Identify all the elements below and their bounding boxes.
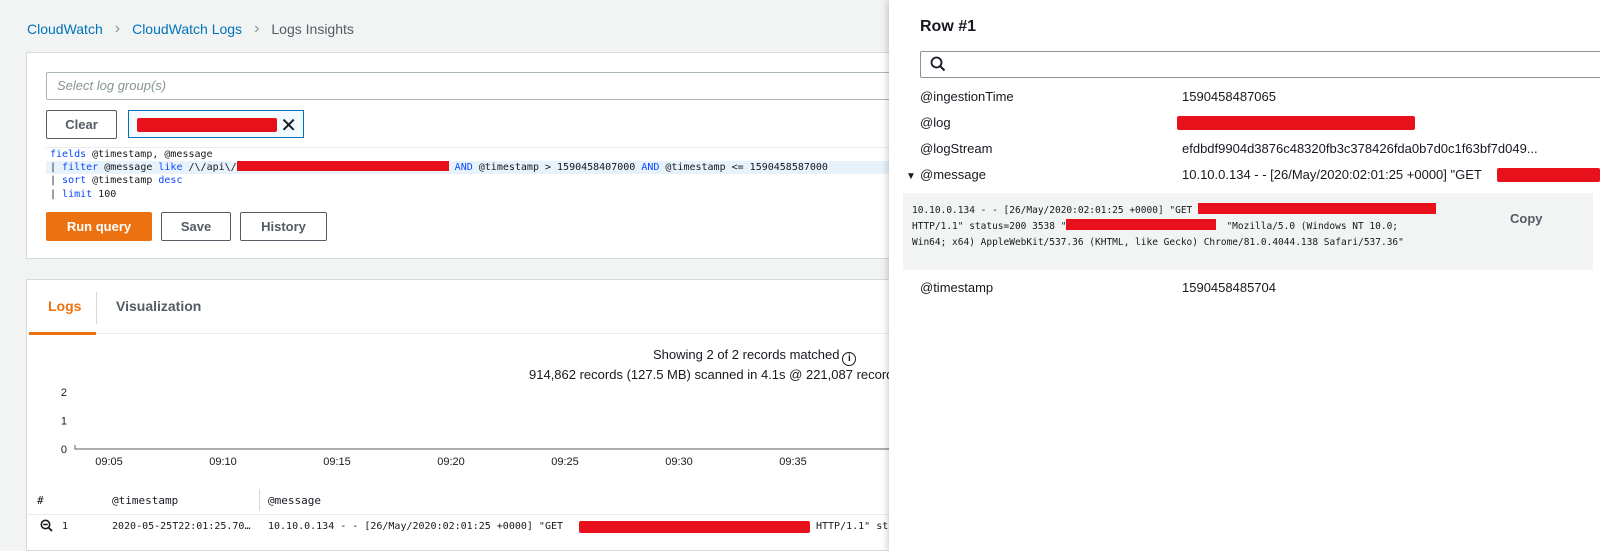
query-editor[interactable]: fields @timestamp, @message | filter @me…: [46, 147, 926, 203]
field-key-log-stream: @logStream: [920, 141, 993, 156]
field-search-input[interactable]: [920, 51, 1600, 78]
field-key-ingestion-time: @ingestionTime: [920, 89, 1014, 104]
field-value-message: 10.10.0.134 - - [26/May/2020:02:01:25 +0…: [1182, 167, 1482, 182]
redacted-text: [137, 118, 277, 132]
editor-keyword: desc: [158, 175, 183, 187]
editor-text: @timestamp <= 1590458587000: [659, 162, 828, 174]
histogram-chart: 0 1 2 09:05 09:10 09:15 09:20 09:25 09:30 09:35: [61, 387, 907, 468]
results-panel: Logs Visualization Showing 2 of 2 record…: [26, 279, 916, 551]
redacted-text: [1497, 168, 1600, 182]
editor-keyword: AND: [454, 162, 473, 174]
search-icon: [930, 56, 946, 77]
column-divider: [259, 489, 260, 511]
tab-divider: [96, 292, 97, 324]
redacted-text: [1198, 203, 1437, 214]
x-tick-label: 09:05: [95, 456, 123, 468]
message-line: HTTP/1.1" status=200 3538 " "Mozilla/5.0 …: [912, 219, 1584, 235]
message-text: 10.10.0.134 - - [26/May/2020:02:01:25 +0…: [912, 205, 1193, 216]
caret-down-icon[interactable]: ▼: [906, 171, 916, 182]
field-key-timestamp: @timestamp: [920, 280, 994, 295]
editor-text: /\/api\/: [182, 162, 237, 174]
run-query-button[interactable]: Run query: [46, 212, 152, 241]
x-tick-label: 09:30: [665, 456, 693, 468]
x-tick-label: 09:25: [551, 456, 579, 468]
redacted-text: [579, 521, 810, 533]
clear-button[interactable]: Clear: [46, 110, 117, 139]
editor-text: |: [50, 188, 63, 200]
drawer-title: Row #1: [920, 18, 977, 35]
column-header-index: #: [37, 494, 44, 507]
results-tabs: Logs Visualization: [27, 280, 915, 335]
x-tick-label: 09:35: [779, 456, 807, 468]
redacted-text: [236, 161, 449, 172]
message-line: Win64; x64) AppleWebKit/537.36 (KHTML, l…: [912, 237, 1404, 248]
redacted-text: [1177, 116, 1415, 130]
message-expanded-box: 10.10.0.134 - - [26/May/2020:02:01:25 +0…: [903, 193, 1593, 270]
y-tick-label: 2: [61, 387, 67, 399]
breadcrumb-cloudwatch-logs-link[interactable]: CloudWatch Logs: [132, 21, 242, 37]
editor-text: 100: [92, 188, 117, 200]
row-message-start: 10.10.0.134 - - [26/May/2020:02:01:25 +0…: [268, 521, 564, 532]
row-timestamp: 2020-05-25T22:01:25.70…: [112, 521, 251, 532]
y-tick-label: 1: [61, 416, 67, 428]
editor-line: | filter @message like /\/api\/ AND @time…: [46, 161, 926, 175]
row-index: 1: [62, 521, 69, 532]
records-matched-text: Showing 2 of 2 records matched: [653, 347, 840, 362]
editor-line: | limit 100: [46, 188, 926, 201]
x-tick-label: 09:10: [209, 456, 237, 468]
chevron-right-icon: ›: [254, 20, 260, 37]
selected-log-group-token: ✕: [128, 110, 304, 138]
editor-text: |: [50, 175, 63, 187]
editor-text: @message: [98, 162, 159, 174]
query-panel: Select log group(s) Clear ✕ fields @time…: [26, 52, 926, 259]
message-text: "Mozilla/5.0 (Windows NT 10.0;: [1226, 221, 1399, 232]
editor-keyword: fields: [50, 149, 87, 160]
tab-logs[interactable]: Logs: [48, 298, 81, 314]
editor-line: | sort @timestamp desc: [46, 174, 926, 187]
editor-text: @timestamp > 1590458407000: [472, 162, 642, 174]
breadcrumb-cloudwatch-link[interactable]: CloudWatch: [27, 21, 103, 37]
save-button[interactable]: Save: [161, 212, 231, 241]
editor-line: fields @timestamp, @message: [46, 148, 926, 161]
tab-visualization[interactable]: Visualization: [116, 298, 201, 314]
table-row[interactable]: 1 2020-05-25T22:01:25.70… 10.10.0.134 - …: [27, 516, 915, 538]
field-value-log-stream: efdbdf9904d3876c48320fb3c378426fda0b7d0c…: [1182, 141, 1538, 156]
field-value-timestamp: 1590458485704: [1182, 280, 1276, 295]
x-tick-label: 09:20: [437, 456, 465, 468]
field-key-log: @log: [920, 115, 951, 130]
editor-keyword: AND: [641, 162, 660, 174]
editor-text: @timestamp: [86, 175, 159, 187]
y-tick-label: 0: [61, 444, 67, 456]
breadcrumb-current: Logs Insights: [271, 21, 354, 37]
message-line: 10.10.0.134 - - [26/May/2020:02:01:25 +0…: [912, 203, 1584, 219]
active-tab-indicator: [29, 332, 96, 335]
row-detail-drawer: Row #1 @ingestionTime 1590458487065 @log…: [889, 0, 1600, 551]
records-matched-summary: Showing 2 of 2 records matched i: [653, 347, 857, 366]
message-text: HTTP/1.1" status=200 3538 ": [912, 221, 1067, 232]
column-header-timestamp[interactable]: @timestamp: [112, 494, 178, 507]
editor-text: @timestamp, @message: [86, 149, 213, 160]
close-icon[interactable]: ✕: [280, 113, 297, 138]
editor-text: |: [50, 162, 63, 174]
info-icon[interactable]: i: [842, 352, 857, 366]
row-message-end: HTTP/1.1" st: [816, 521, 889, 532]
history-button[interactable]: History: [240, 212, 327, 241]
chevron-right-icon: ›: [114, 20, 121, 37]
table-header: # @timestamp @message: [27, 485, 915, 515]
redacted-text: [1066, 219, 1217, 230]
zoom-out-icon[interactable]: [40, 519, 53, 536]
editor-keyword: limit: [62, 188, 93, 200]
editor-keyword: filter: [62, 162, 99, 174]
log-group-select[interactable]: Select log group(s): [46, 72, 926, 100]
chart-axis: [74, 445, 907, 450]
editor-keyword: sort: [62, 175, 87, 187]
field-key-message[interactable]: @message: [920, 167, 986, 182]
x-tick-label: 09:15: [323, 456, 351, 468]
column-header-message[interactable]: @message: [268, 494, 321, 507]
field-value-ingestion-time: 1590458487065: [1182, 89, 1276, 104]
copy-button[interactable]: Copy: [1510, 211, 1543, 226]
editor-keyword: like: [158, 162, 183, 174]
breadcrumb: CloudWatch › CloudWatch Logs › Logs Insi…: [27, 20, 354, 38]
